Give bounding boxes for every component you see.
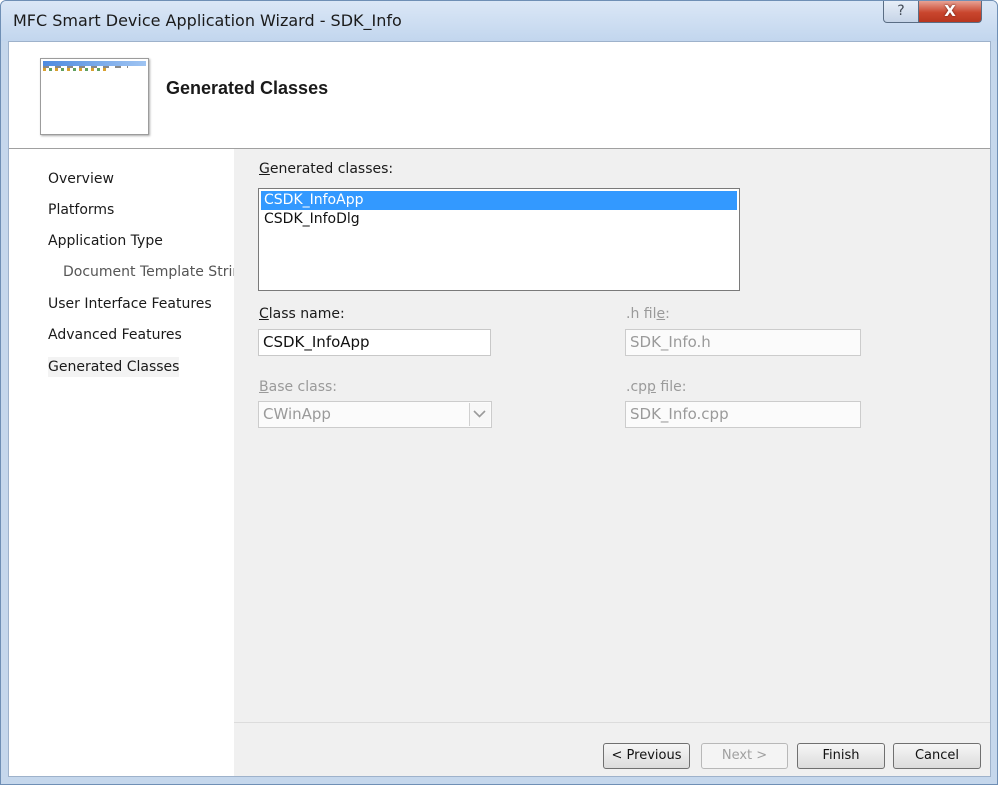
- base-class-label: Base class:: [259, 379, 337, 395]
- sidebar-item-advanced-features[interactable]: Advanced Features: [48, 327, 182, 343]
- page-title: Generated Classes: [166, 78, 329, 98]
- sidebar-item-overview[interactable]: Overview: [48, 171, 114, 187]
- cpp-file-input[interactable]: SDK_Info.cpp: [625, 401, 861, 428]
- previous-button[interactable]: < Previous: [603, 743, 690, 769]
- sidebar-item-platforms[interactable]: Platforms: [48, 202, 114, 218]
- class-name-label-text: lass name:: [268, 306, 345, 322]
- sidebar-item-document-template-strings[interactable]: Document Template Strings: [63, 264, 257, 280]
- base-class-label-text: ase class:: [268, 379, 338, 395]
- sidebar-item-user-interface-features[interactable]: User Interface Features: [48, 296, 212, 312]
- wizard-client-area: Generated Classes Overview Platforms App…: [8, 41, 991, 777]
- next-button[interactable]: Next >: [701, 743, 788, 769]
- window-title: MFC Smart Device Application Wizard - SD…: [13, 11, 402, 30]
- generated-classes-listbox[interactable]: CSDK_InfoApp CSDK_InfoDlg: [258, 188, 740, 291]
- h-file-label: .h file:: [626, 306, 670, 322]
- help-icon: ?: [897, 3, 905, 19]
- sidebar-item-application-type[interactable]: Application Type: [48, 233, 163, 249]
- cpp-file-label-post: file:: [655, 379, 687, 395]
- chevron-down-icon[interactable]: [469, 403, 490, 426]
- title-bar: MFC Smart Device Application Wizard - SD…: [1, 1, 997, 41]
- class-name-input[interactable]: CSDK_InfoApp: [258, 329, 491, 356]
- sidebar-item-generated-classes[interactable]: Generated Classes: [48, 357, 180, 377]
- close-icon: X: [944, 2, 956, 20]
- list-item-csdk-infodlg[interactable]: CSDK_InfoDlg: [261, 210, 737, 229]
- wizard-banner: Generated Classes: [9, 42, 990, 149]
- cpp-file-label-pre: .cp: [626, 379, 648, 395]
- help-button[interactable]: ?: [883, 1, 919, 23]
- class-name-label: Class name:: [259, 306, 345, 322]
- h-file-label-accel: e: [656, 306, 666, 322]
- base-class-label-accel: B: [259, 379, 269, 395]
- close-button[interactable]: X: [918, 1, 982, 23]
- app-window-thumbnail-icon: [40, 58, 149, 135]
- thumbnail-toolbar: [43, 68, 108, 71]
- cpp-file-label: .cpp file:: [626, 379, 686, 395]
- base-class-value: CWinApp: [263, 405, 331, 423]
- list-item-csdk-infoapp[interactable]: CSDK_InfoApp: [261, 191, 737, 210]
- generated-classes-label: Generated classes:: [259, 161, 393, 177]
- class-name-label-accel: C: [259, 306, 269, 322]
- generated-classes-label-accel: G: [259, 161, 270, 177]
- cpp-file-label-accel: p: [647, 379, 656, 395]
- wizard-steps-sidebar: Overview Platforms Application Type Docu…: [9, 149, 257, 776]
- cancel-button[interactable]: Cancel: [893, 743, 981, 769]
- h-file-label-pre: .h fil: [626, 306, 657, 322]
- wizard-footer: < Previous Next > Finish Cancel: [234, 722, 990, 776]
- wizard-window: MFC Smart Device Application Wizard - SD…: [0, 0, 998, 785]
- generated-classes-label-text: enerated classes:: [269, 161, 394, 177]
- h-file-input[interactable]: SDK_Info.h: [625, 329, 861, 356]
- base-class-combobox[interactable]: CWinApp: [258, 401, 492, 428]
- finish-button[interactable]: Finish: [797, 743, 885, 769]
- h-file-label-post: :: [665, 306, 670, 322]
- wizard-content: Generated classes: CSDK_InfoApp CSDK_Inf…: [234, 149, 990, 722]
